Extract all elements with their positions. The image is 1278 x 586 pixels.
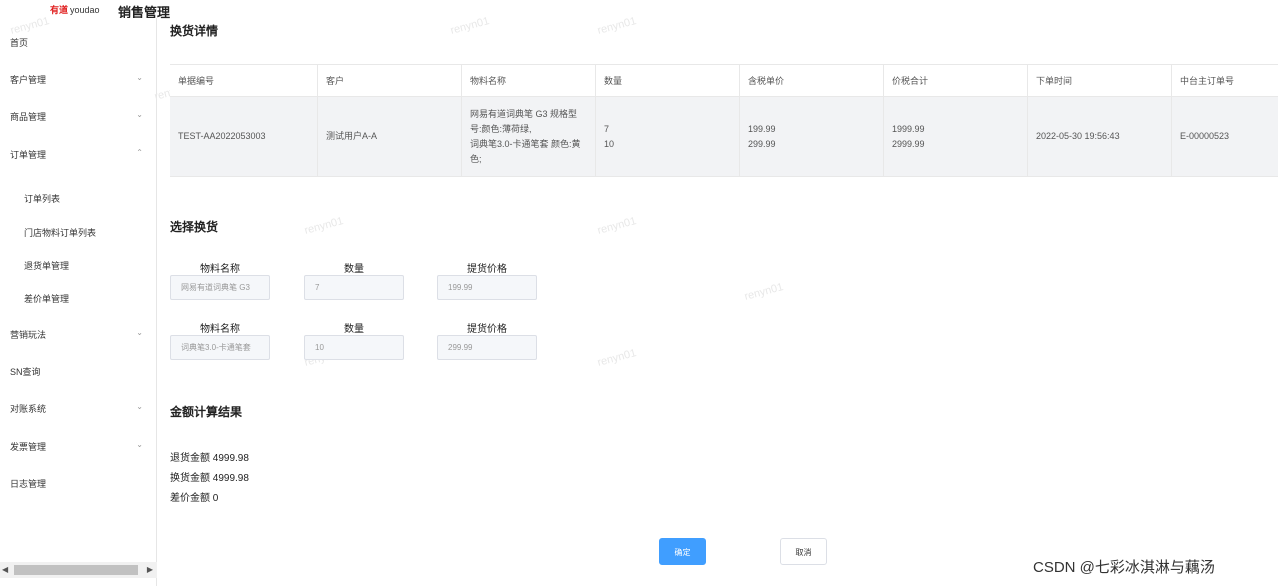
scroll-left-icon[interactable]: ◀: [2, 565, 8, 574]
quantity-label: 数量: [344, 264, 364, 275]
sidebar-item-label: 对账系统: [10, 404, 47, 414]
column-header: 物料名称: [462, 65, 596, 96]
watermark: renyn01: [596, 15, 638, 37]
column-header: 含税单价: [740, 65, 884, 96]
watermark: renyn01: [596, 215, 638, 237]
cell-quantity: 7 10: [596, 97, 740, 176]
chevron-down-icon: ⌄: [136, 402, 143, 411]
sidebar-item-order-list[interactable]: 订单列表: [24, 192, 60, 205]
csdn-credit: CSDN @七彩冰淇淋与藕汤: [1033, 559, 1215, 576]
total-value: 1999.99: [892, 123, 925, 134]
exchange-amount: 换货金额 4999.98: [170, 473, 249, 484]
quantity-field[interactable]: 7: [304, 275, 404, 300]
sidebar-item-invoices[interactable]: 发票管理 ⌄: [10, 440, 147, 453]
material-name-field[interactable]: 网易有道词典笔 G3: [170, 275, 270, 300]
sidebar-item-label: 商品管理: [10, 112, 47, 122]
amount-result-title: 金额计算结果: [170, 405, 243, 419]
unit-price-value: 199.99: [748, 123, 776, 134]
column-header: 中台主订单号: [1180, 76, 1235, 86]
sidebar-item-label: 首页: [10, 38, 29, 48]
sidebar-item-reconciliation[interactable]: 对账系统 ⌄: [10, 402, 147, 415]
watermark: renyn01: [743, 281, 785, 303]
watermark: renyn01: [303, 215, 345, 237]
sidebar-item-return-orders[interactable]: 退货单管理: [24, 259, 69, 272]
exchange-detail-table: 单据编号 客户 物料名称 数量 含税单价 价税合计 下单时间 中台主订单号 TE…: [170, 64, 1278, 177]
sidebar-item-price-diff-orders[interactable]: 差价单管理: [24, 292, 69, 305]
sidebar-item-home[interactable]: 首页: [10, 36, 147, 49]
sidebar-item-sn-query[interactable]: SN查询: [10, 365, 147, 378]
cancel-button[interactable]: 取消: [780, 538, 827, 565]
cell-unit-price: 199.99 299.99: [740, 97, 884, 176]
chevron-down-icon: ⌄: [136, 440, 143, 449]
total-value: 2999.99: [892, 138, 925, 149]
exchange-detail-title: 换货详情: [170, 24, 219, 38]
sidebar-item-label: 营销玩法: [10, 330, 47, 340]
sidebar-item-label: 订单管理: [10, 150, 47, 160]
quantity-value: 10: [604, 138, 615, 149]
column-header: 数量: [596, 65, 740, 96]
scrollbar-thumb[interactable]: [14, 565, 138, 575]
material-name-label: 物料名称: [200, 324, 240, 335]
logo-text: youdao: [70, 5, 100, 15]
column-header: 客户: [318, 65, 462, 96]
chevron-down-icon: ⌄: [136, 73, 143, 82]
cell-customer: 测试用户A-A: [318, 97, 462, 176]
column-header: 单据编号: [170, 65, 318, 96]
sidebar-item-orders[interactable]: 订单管理 ⌃: [10, 148, 147, 161]
cell-total: 1999.99 2999.99: [884, 97, 1028, 176]
youdao-logo: 有道 youdao: [50, 3, 100, 16]
unit-price-value: 299.99: [748, 138, 776, 149]
quantity-field[interactable]: 10: [304, 335, 404, 360]
watermark: renyn01: [596, 347, 638, 369]
quantity-value: 7: [604, 123, 610, 134]
chevron-up-icon: ⌃: [136, 148, 143, 157]
sidebar-item-label: SN查询: [10, 367, 41, 377]
sidebar-item-marketing[interactable]: 营销玩法 ⌄: [10, 328, 147, 341]
material-text: 号:颜色:薄荷绿,: [470, 123, 532, 134]
return-amount: 退货金额 4999.98: [170, 453, 249, 464]
scroll-right-icon[interactable]: ▶: [147, 565, 153, 574]
order-time-value: 2022-05-30 19:56:43: [1036, 131, 1120, 141]
logo-brand: 有道: [50, 5, 69, 15]
pickup-price-field[interactable]: 299.99: [437, 335, 537, 360]
order-no-value: TEST-AA2022053003: [178, 131, 266, 141]
column-header: 价税合计: [884, 65, 1028, 96]
customer-value: 测试用户A-A: [326, 131, 378, 141]
cell-main-order-no: E-00000523: [1172, 97, 1278, 176]
material-text: 词典笔3.0-卡通笔套 颜色:黄: [470, 138, 581, 149]
quantity-label: 数量: [344, 324, 364, 335]
material-name-field[interactable]: 词典笔3.0-卡通笔套: [170, 335, 270, 360]
table-row: TEST-AA2022053003 测试用户A-A 网易有道词典笔 G3 规格型…: [170, 97, 1278, 177]
table-header: 单据编号 客户 物料名称 数量 含税单价 价税合计 下单时间 中台主订单号: [170, 65, 1278, 97]
sidebar-item-customers[interactable]: 客户管理 ⌄: [10, 73, 147, 86]
cell-order-no: TEST-AA2022053003: [170, 97, 318, 176]
sidebar-item-label: 发票管理: [10, 442, 47, 452]
pickup-price-label: 提货价格: [467, 264, 507, 275]
sidebar: 首页 客户管理 ⌄ 商品管理 ⌄ 订单管理 ⌃ 订单列表 门店物料订单列表 退货单管理…: [0, 18, 157, 586]
sidebar-item-label: 客户管理: [10, 75, 47, 85]
cell-order-time: 2022-05-30 19:56:43: [1028, 97, 1172, 176]
chevron-down-icon: ⌄: [136, 328, 143, 337]
material-name-label: 物料名称: [200, 264, 240, 275]
pickup-price-field[interactable]: 199.99: [437, 275, 537, 300]
watermark: renyn01: [449, 15, 491, 37]
confirm-button[interactable]: 确定: [659, 538, 706, 565]
pickup-price-label: 提货价格: [467, 324, 507, 335]
sidebar-item-products[interactable]: 商品管理 ⌄: [10, 110, 147, 123]
material-text: 色;: [470, 153, 482, 164]
sidebar-horizontal-scrollbar[interactable]: ◀ ▶: [0, 562, 157, 578]
sidebar-item-store-material-orders[interactable]: 门店物料订单列表: [24, 226, 96, 239]
price-diff-amount: 差价金额 0: [170, 493, 219, 504]
main-order-no-value: E-00000523: [1180, 131, 1230, 141]
sidebar-item-label: 日志管理: [10, 479, 47, 489]
cell-material: 网易有道词典笔 G3 规格型 号:颜色:薄荷绿, 词典笔3.0-卡通笔套 颜色:…: [462, 97, 596, 176]
sidebar-item-logs[interactable]: 日志管理: [10, 477, 147, 490]
chevron-down-icon: ⌄: [136, 110, 143, 119]
column-header: 下单时间: [1028, 65, 1172, 96]
select-exchange-title: 选择换货: [170, 220, 219, 234]
main-content: renyn01 renyn01 renyn01 renyn01 renyn01 …: [9, 0, 1278, 586]
material-text: 网易有道词典笔 G3 规格型: [470, 108, 578, 119]
